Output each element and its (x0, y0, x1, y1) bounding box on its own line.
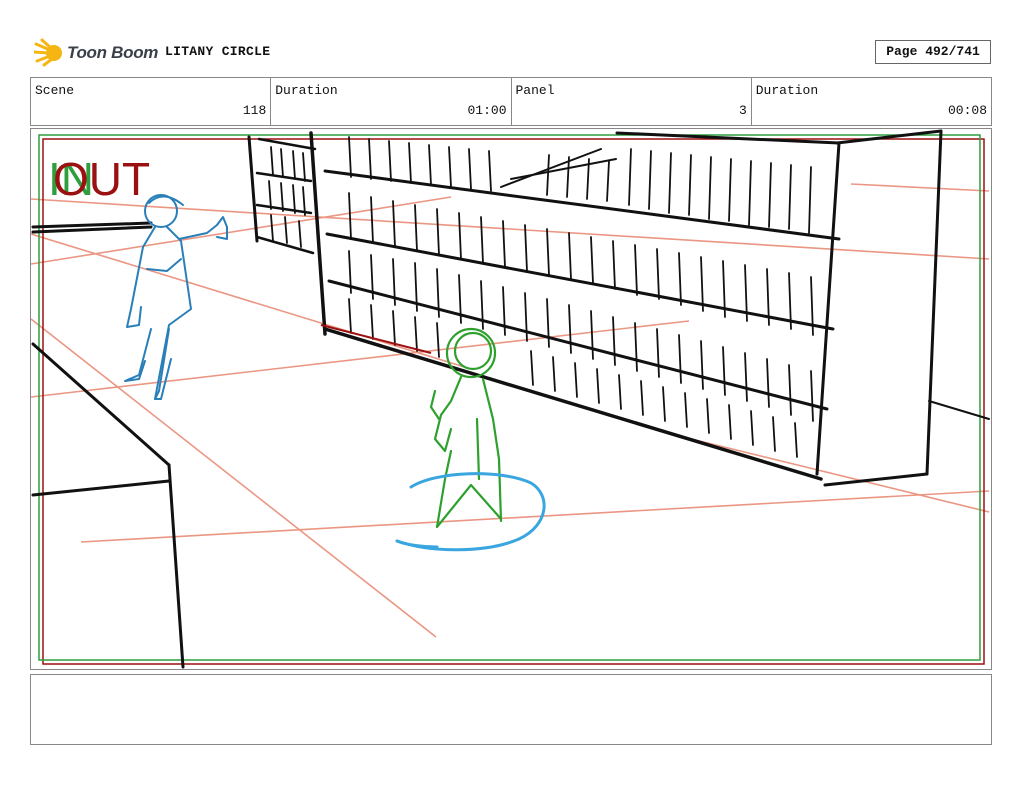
panel-duration-cell: Duration 00:08 (752, 78, 991, 125)
panel-duration-label: Duration (755, 83, 819, 98)
panel-label: Panel (515, 83, 555, 98)
panel-sketch: IN OUT (31, 129, 990, 669)
green-character-sketch (429, 327, 503, 529)
logo-text: Toon Boom (67, 43, 159, 62)
perspective-lines (31, 183, 990, 638)
blue-character-sketch (124, 194, 228, 400)
toon-boom-logo: Toon Boom (34, 38, 158, 68)
panel-duration-value: 00:08 (947, 103, 987, 118)
scene-info-table: Scene 118 Duration 01:00 Panel 3 Duratio… (30, 77, 992, 126)
in-frame (38, 134, 981, 661)
storyboard-panel: IN OUT (30, 128, 992, 670)
page-number: Page 492/741 (875, 40, 991, 64)
shelf-accent (320, 324, 432, 354)
scene-cell: Scene 118 (31, 78, 272, 125)
panel-cell: Panel 3 (512, 78, 752, 125)
scene-label: Scene (35, 83, 75, 98)
out-frame (42, 138, 985, 665)
sun-icon (34, 38, 62, 67)
scene-duration-value: 01:00 (467, 103, 507, 118)
panel-value: 3 (738, 103, 747, 118)
project-title: LITANY CIRCLE (165, 44, 271, 59)
desk-sketch (31, 221, 185, 669)
bookshelves-sketch (247, 129, 990, 487)
out-label: OUT (53, 153, 150, 205)
scene-duration-label: Duration (275, 83, 338, 98)
scene-value: 118 (242, 103, 267, 118)
scene-duration-cell: Duration 01:00 (271, 78, 512, 125)
notes-box (30, 674, 992, 745)
